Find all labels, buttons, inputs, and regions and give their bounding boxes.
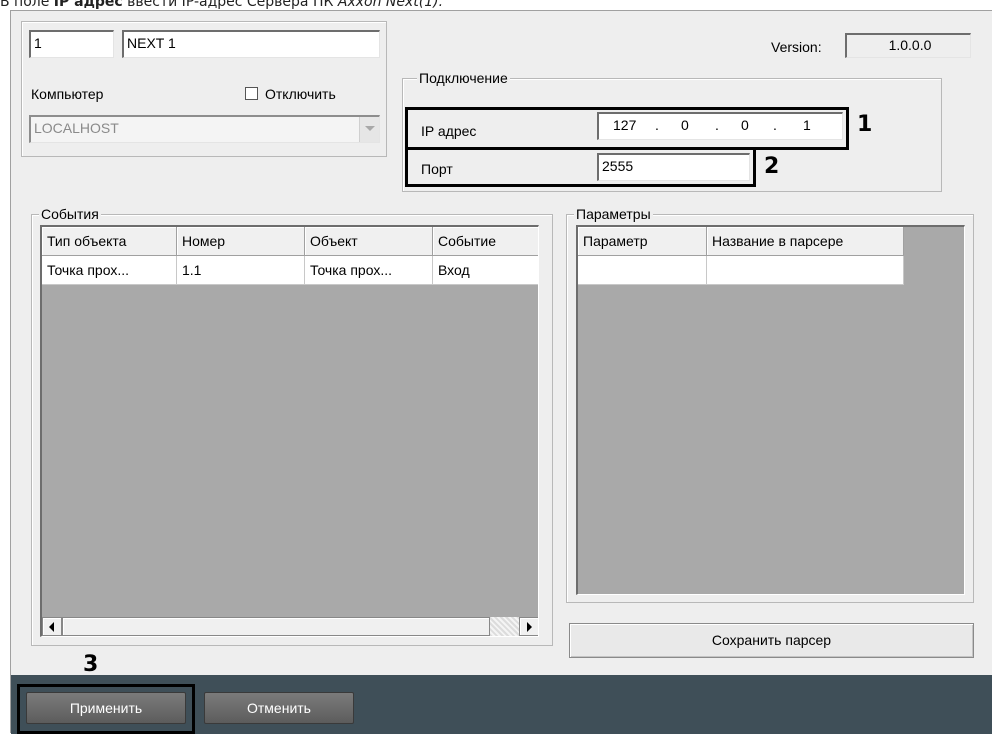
save-parser-button[interactable]: Сохранить парсер <box>569 623 974 658</box>
disable-label: Отключить <box>265 86 336 102</box>
callout-port-box <box>405 147 756 187</box>
parameters-group-title: Параметры <box>574 206 653 222</box>
events-col-header[interactable]: Событие <box>433 227 538 256</box>
events-cell[interactable]: Вход <box>433 256 538 285</box>
version-field: 1.0.0.0 <box>845 33 971 58</box>
instruction-caption: В поле IP адрес ввести IP-адрес Сервера … <box>0 0 992 10</box>
events-table: Тип объекта Номер Объект Событие Точка п… <box>40 225 539 637</box>
events-cell[interactable]: 1.1 <box>177 256 305 285</box>
settings-panel: 1 NEXT 1 Компьютер Отключить LOCALHOST V… <box>10 10 992 734</box>
chevron-down-icon[interactable] <box>359 117 379 142</box>
callout-number-2: 2 <box>764 154 780 179</box>
events-cell[interactable]: Точка прох... <box>42 256 177 285</box>
scroll-thumb[interactable] <box>62 617 490 636</box>
object-name-field[interactable]: NEXT 1 <box>122 30 380 58</box>
parameters-cell[interactable] <box>578 256 707 285</box>
callout-number-3: 3 <box>83 652 99 677</box>
version-label: Version: <box>771 39 822 55</box>
callout-number-1: 1 <box>857 112 873 137</box>
parameters-table: Параметр Название в парсере <box>576 225 965 595</box>
parameters-cell[interactable] <box>707 256 904 285</box>
computer-select[interactable]: LOCALHOST <box>29 115 380 143</box>
parameters-col-header[interactable]: Название в парсере <box>707 227 904 256</box>
caption-product: Axxon Next <box>337 0 419 10</box>
computer-label: Компьютер <box>31 86 104 102</box>
events-col-header[interactable]: Номер <box>177 227 305 256</box>
cancel-button[interactable]: Отменить <box>204 692 354 724</box>
scroll-track[interactable] <box>490 617 519 636</box>
scroll-left-icon[interactable] <box>42 617 62 636</box>
callout-ip-box <box>405 107 849 150</box>
object-id-field[interactable]: 1 <box>29 30 114 58</box>
callout-apply-box <box>17 684 195 734</box>
events-col-header[interactable]: Тип объекта <box>42 227 177 256</box>
events-cell[interactable]: Точка прох... <box>305 256 433 285</box>
events-group-title: События <box>39 206 101 222</box>
bottom-bar: Применить Отменить <box>11 675 992 734</box>
parameters-col-header[interactable]: Параметр <box>578 227 707 256</box>
disable-checkbox[interactable] <box>245 87 258 100</box>
computer-select-value: LOCALHOST <box>34 120 119 136</box>
caption-field-name: IP адрес <box>53 0 123 10</box>
events-hscrollbar[interactable] <box>42 617 538 636</box>
events-col-header[interactable]: Объект <box>305 227 433 256</box>
scroll-right-icon[interactable] <box>519 617 538 636</box>
connection-group-title: Подключение <box>417 70 510 86</box>
